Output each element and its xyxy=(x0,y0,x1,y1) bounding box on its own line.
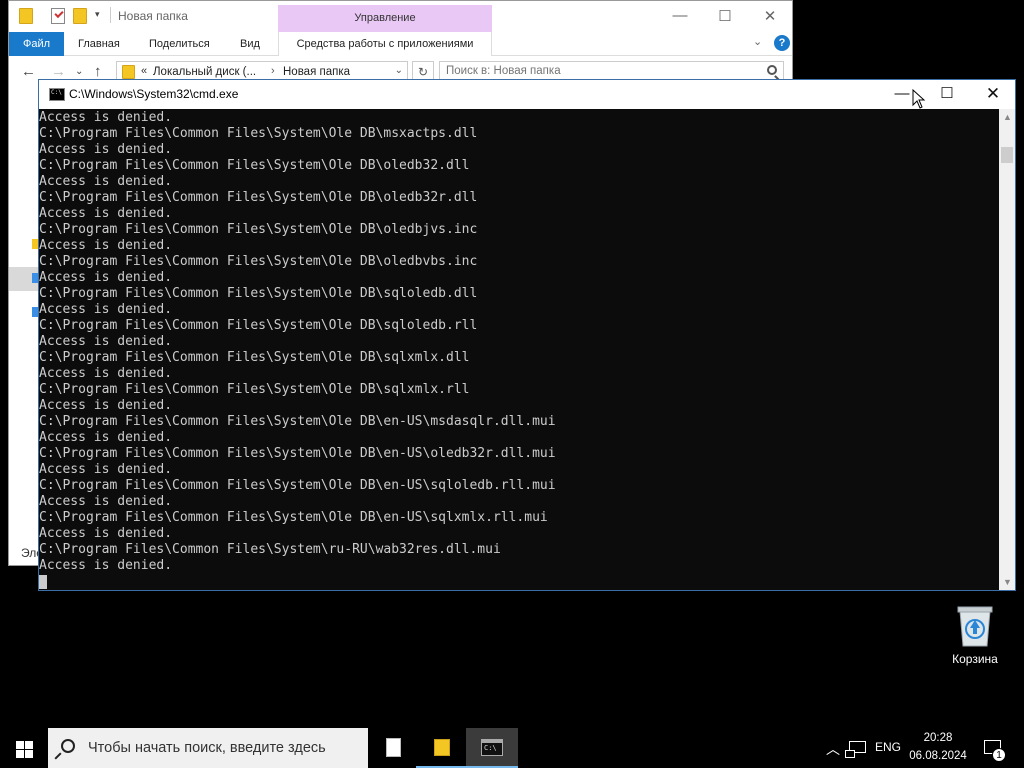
console-line: Access is denied. xyxy=(39,302,173,317)
cmd-maximize-button[interactable]: ☐ xyxy=(932,84,962,106)
console-line: C:\Program Files\Common Files\System\Ole… xyxy=(39,446,556,461)
cmd-icon xyxy=(481,739,503,756)
ribbon-tabs: Файл Главная Поделиться Вид Средства раб… xyxy=(9,32,792,56)
recycle-bin-label: Корзина xyxy=(952,652,998,666)
console-line: C:\Program Files\Common Files\System\Ole… xyxy=(39,478,556,493)
explorer-titlebar[interactable]: ▾ Новая папка Управление — ☐ ✕ xyxy=(9,1,792,32)
cmd-title: C:\Windows\System32\cmd.exe xyxy=(69,87,239,101)
tab-app-tools[interactable]: Средства работы с приложениями xyxy=(278,32,492,56)
console-line: Access is denied. xyxy=(39,558,173,573)
console-line: Access is denied. xyxy=(39,526,173,541)
cmd-close-button[interactable]: ✕ xyxy=(978,84,1008,106)
tab-manage-label: Управление xyxy=(354,12,416,24)
console-line: Access is denied. xyxy=(39,174,173,189)
console-line: C:\Program Files\Common Files\System\Ole… xyxy=(39,350,470,365)
taskbar: Чтобы начать поиск, введите здесь ︿ ENG … xyxy=(0,728,1024,768)
ribbon-expand-icon[interactable]: ⌄ xyxy=(753,35,762,48)
console-line: Access is denied. xyxy=(39,334,173,349)
navigation-pane-edge xyxy=(9,87,40,547)
mouse-pointer-icon xyxy=(912,88,926,114)
console-line: C:\Program Files\Common Files\System\Ole… xyxy=(39,382,470,397)
network-icon[interactable] xyxy=(845,741,866,758)
console-line: Access is denied. xyxy=(39,238,173,253)
console-line: Access is denied. xyxy=(39,366,173,381)
cmd-titlebar[interactable]: C:\Windows\System32\cmd.exe — ☐ ✕ xyxy=(39,80,1015,109)
qat-dropdown-icon[interactable]: ▾ xyxy=(95,9,100,20)
recent-dropdown-icon[interactable]: ⌄ xyxy=(75,66,83,77)
recycle-bin[interactable]: Корзина xyxy=(946,600,1004,670)
help-icon[interactable]: ? xyxy=(774,35,790,51)
explorer-title: Новая папка xyxy=(118,9,188,23)
back-arrow-icon[interactable]: ← xyxy=(21,63,36,80)
taskbar-app-explorer[interactable] xyxy=(416,728,468,768)
tab-file[interactable]: Файл xyxy=(9,32,64,56)
console-line: Access is denied. xyxy=(39,142,173,157)
console-line: Access is denied. xyxy=(39,462,173,477)
console-line: C:\Program Files\Common Files\System\Ole… xyxy=(39,318,478,333)
console-line: C:\Program Files\Common Files\System\Ole… xyxy=(39,222,478,237)
taskbar-search-placeholder[interactable]: Чтобы начать поиск, введите здесь xyxy=(88,740,326,756)
console-line: C:\Program Files\Common Files\System\Ole… xyxy=(39,414,556,429)
file-icon xyxy=(386,738,401,757)
address-dropdown-icon[interactable]: ⌄ xyxy=(395,65,403,76)
scroll-down-icon[interactable]: ▼ xyxy=(1003,577,1012,587)
console-line: C:\Program Files\Common Files\System\Ole… xyxy=(39,190,478,205)
taskbar-app-file[interactable] xyxy=(368,728,420,768)
notification-badge: 1 xyxy=(992,748,1006,762)
cmd-console[interactable]: Access is denied. C:\Program Files\Common… xyxy=(39,109,999,590)
start-button[interactable] xyxy=(0,728,48,768)
address-overflow[interactable]: « xyxy=(141,65,147,77)
console-line: Access is denied. xyxy=(39,110,173,125)
breadcrumb-local-disk[interactable]: Локальный диск (... xyxy=(153,66,256,78)
taskbar-search-box[interactable]: Чтобы начать поиск, введите здесь xyxy=(48,728,368,768)
console-line: Access is denied. xyxy=(39,270,173,285)
desktop: ▾ Новая папка Управление — ☐ ✕ Файл Глав… xyxy=(0,0,1024,768)
console-line: C:\Program Files\Common Files\System\Ole… xyxy=(39,510,548,525)
cmd-window[interactable]: C:\Windows\System32\cmd.exe — ☐ ✕ Access… xyxy=(38,79,1016,591)
breadcrumb-separator[interactable]: › xyxy=(271,65,275,77)
search-icon xyxy=(767,65,777,75)
tab-share[interactable]: Поделиться xyxy=(149,38,210,50)
explorer-search-input[interactable] xyxy=(446,65,746,77)
breadcrumb-new-folder[interactable]: Новая папка xyxy=(283,66,350,78)
tab-manage[interactable]: Управление xyxy=(278,5,492,32)
folder-icon xyxy=(434,739,450,756)
scroll-up-icon[interactable]: ▲ xyxy=(1003,112,1012,122)
console-line: Access is denied. xyxy=(39,494,173,509)
recycle-bin-icon xyxy=(956,603,994,647)
cmd-output: Access is denied. C:\Program Files\Common… xyxy=(39,110,556,589)
folder-icon xyxy=(19,8,33,24)
taskbar-app-cmd[interactable] xyxy=(466,728,518,768)
explorer-close-button[interactable]: ✕ xyxy=(760,7,780,25)
console-cursor xyxy=(39,575,47,589)
properties-icon[interactable] xyxy=(51,8,65,24)
console-line: C:\Program Files\Common Files\System\Ole… xyxy=(39,254,478,269)
console-line: C:\Program Files\Common Files\System\Ole… xyxy=(39,126,478,141)
tray-overflow-chevron-icon[interactable]: ︿ xyxy=(826,739,840,759)
explorer-minimize-button[interactable]: — xyxy=(670,7,690,24)
console-line: Access is denied. xyxy=(39,398,173,413)
console-line: C:\Program Files\Common Files\System\Ole… xyxy=(39,286,478,301)
language-indicator[interactable]: ENG xyxy=(875,740,901,754)
clock-time[interactable]: 20:28 xyxy=(905,732,971,744)
clock-date[interactable]: 06.08.2024 xyxy=(905,750,971,762)
console-line: C:\Program Files\Common Files\System\Ole… xyxy=(39,158,470,173)
cmd-app-icon[interactable] xyxy=(49,88,65,101)
tab-view[interactable]: Вид xyxy=(240,38,260,50)
console-line: Access is denied. xyxy=(39,206,173,221)
up-arrow-icon[interactable]: ↑ xyxy=(94,63,102,80)
qat-divider xyxy=(110,7,111,23)
forward-arrow-icon[interactable]: → xyxy=(51,63,66,80)
console-line: Access is denied. xyxy=(39,430,173,445)
search-icon xyxy=(61,739,75,753)
address-folder-icon xyxy=(122,65,135,79)
console-line: C:\Program Files\Common Files\System\ru-… xyxy=(39,542,501,557)
new-folder-icon[interactable] xyxy=(73,8,87,24)
cmd-scrollbar[interactable]: ▲ ▼ xyxy=(999,109,1015,590)
tab-home[interactable]: Главная xyxy=(78,38,120,50)
explorer-maximize-button[interactable]: ☐ xyxy=(715,7,735,25)
scroll-thumb[interactable] xyxy=(1001,147,1013,163)
